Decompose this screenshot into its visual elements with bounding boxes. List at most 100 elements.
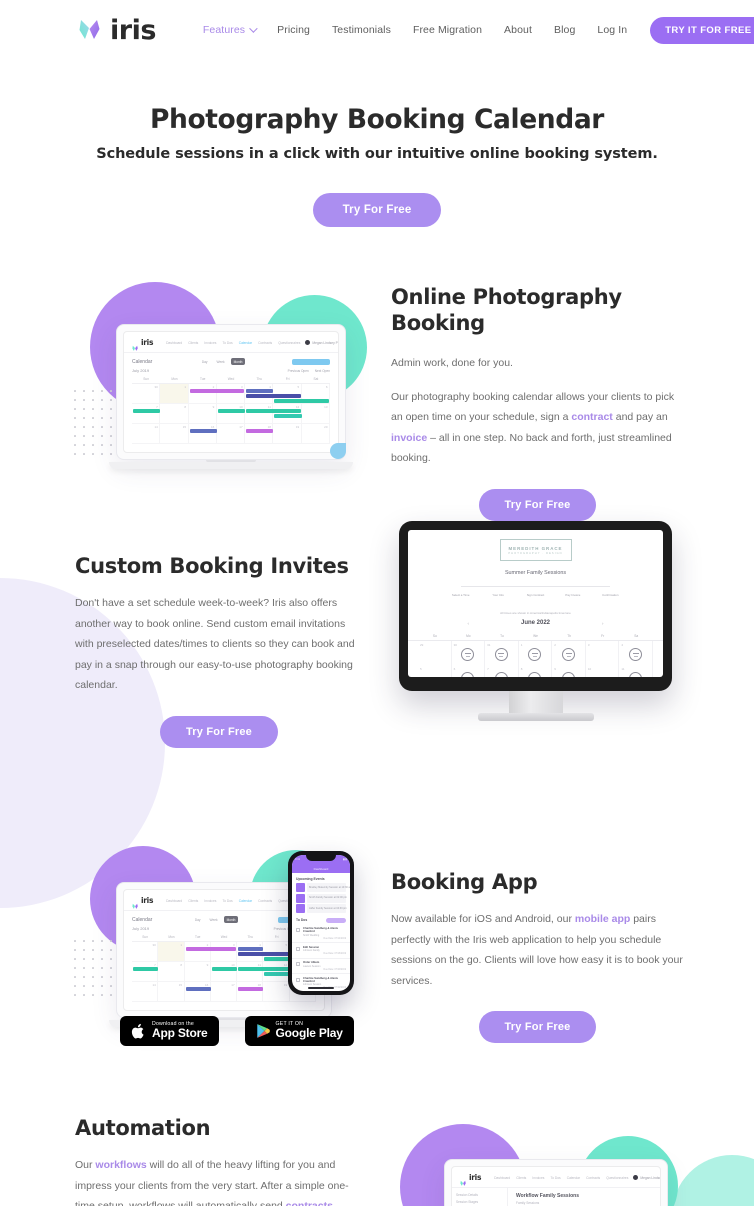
calendar-day-cell[interactable]: 18 [245,424,274,443]
checkbox-icon[interactable] [296,962,300,966]
booking-day-cell[interactable]: 3 [586,641,620,665]
calendar-day-cell[interactable]: 13 [302,404,330,423]
calendar-day-cell[interactable]: 1 [160,384,189,403]
calendar-day-cell[interactable]: 9 [185,962,211,981]
calendar-event[interactable] [238,947,264,951]
calendar-day-cell[interactable]: 16 [189,424,217,443]
previous-open-link[interactable]: Previous Open [288,369,309,373]
calendar-event[interactable] [246,429,274,433]
calendar-day-cell[interactable]: 8 [160,404,189,423]
available-slot-icon[interactable] [461,672,475,677]
hero-try-for-free-button[interactable]: Try For Free [312,193,442,227]
view-day[interactable]: Day [192,916,204,923]
booking-day-cell[interactable]: 1 [519,641,553,665]
chevron-right-icon[interactable]: › [602,621,603,626]
calendar-day-cell[interactable]: 7 [132,962,159,981]
calendar-day-cell[interactable]: 2 [185,942,237,961]
calendar-day-cell[interactable]: 19 [273,424,302,443]
available-slot-icon[interactable] [494,672,508,677]
contracts-link[interactable]: contracts [286,1200,333,1206]
available-slot-icon[interactable] [494,648,508,661]
calendar-day-cell[interactable]: 30 [132,942,159,961]
booking-day-cell[interactable]: 30 [452,641,486,665]
try-it-for-free-button[interactable]: TRY IT FOR FREE [650,16,754,44]
booking-day-cell[interactable]: 6 [452,665,486,677]
app-nav-clients[interactable]: Clients [188,341,198,345]
app-nav-calendar[interactable]: Calendar [567,1176,580,1180]
booking-day-cell[interactable]: 7 [485,665,519,677]
contract-link[interactable]: contract [571,411,612,423]
calendar-day-cell[interactable]: 20 [302,424,330,443]
calendar-day-cell[interactable]: 11 [237,962,289,981]
app-nav-clients[interactable]: Clients [188,899,198,903]
calendar-event[interactable] [217,409,246,413]
calendar-event[interactable] [238,987,264,991]
calendar-day-cell[interactable]: 3 [211,942,238,961]
nav-item-log-in[interactable]: Log In [586,24,638,36]
google-play-badge[interactable]: GET IT ON Google Play [244,1016,354,1047]
checkbox-icon[interactable] [296,928,300,932]
view-week[interactable]: Week [207,916,221,923]
booking-day-cell[interactable]: 11 [619,665,653,677]
calendar-event[interactable] [133,409,161,413]
chevron-left-icon[interactable]: ‹ [468,621,469,626]
available-slot-icon[interactable] [461,648,475,661]
add-session-button[interactable] [291,358,330,365]
app-nav-contracts[interactable]: Contracts [258,899,272,903]
app-nav-calendar[interactable]: Calendar [239,899,252,903]
step-select-a-time[interactable]: Select a Time [442,583,499,601]
phone-event-row[interactable]: Smith Family Session at 02:00 pm [292,893,350,905]
phone-event-row[interactable]: Bradley Maternity Session at 10:30 am [292,883,350,894]
calendar-day-cell[interactable]: 18 [237,982,264,1001]
view-week[interactable]: Week [214,358,228,365]
next-open-link[interactable]: Next Open [315,369,330,373]
view-month[interactable]: Month [230,358,246,365]
calendar-day-cell[interactable]: 2 [189,384,245,403]
calendar-day-cell[interactable]: 14 [132,982,159,1001]
available-slot-icon[interactable] [562,672,576,677]
app-nav-clients[interactable]: Clients [516,1176,526,1180]
app-user-menu[interactable]: Megan Lindsey Photography [633,1175,660,1180]
phone-task-row[interactable]: Order Album Lawson Session Due Date: 07/20… [292,959,350,974]
app-nav-invoices[interactable]: Invoices [532,1176,544,1180]
app-nav-dashboard[interactable]: Dashboard [166,899,182,903]
sidebar-item-session-details[interactable]: Session Details [456,1193,503,1197]
booking-day-cell[interactable]: 31 [485,641,519,665]
app-nav-contracts[interactable]: Contracts [586,1176,600,1180]
available-slot-icon[interactable] [528,648,542,661]
calendar-day-cell[interactable]: 14 [132,424,161,443]
app-nav-invoices[interactable]: Invoices [204,899,216,903]
checkbox-icon[interactable] [296,977,300,982]
nav-item-free-migration[interactable]: Free Migration [402,24,493,36]
checkbox-icon[interactable] [296,946,300,951]
invoice-link[interactable]: invoice [391,432,427,444]
mobile-app-link[interactable]: mobile app [575,913,630,925]
calendar-day-cell[interactable]: 19 [263,982,290,1001]
app-nav-questionnaires[interactable]: Questionnaires [278,341,300,345]
booking-day-cell[interactable]: 5 [418,665,452,677]
section-try-for-free-button[interactable]: Try For Free [478,488,597,521]
calendar-day-cell[interactable]: 30 [132,384,161,403]
calendar-event[interactable] [264,972,290,976]
calendar-event[interactable] [185,987,211,991]
nav-item-testimonials[interactable]: Testimonials [321,24,402,36]
phone-task-row[interactable]: Edit Session Johnson Family Due Date: 07/1… [292,943,350,959]
available-slot-icon[interactable] [528,672,542,677]
nav-item-pricing[interactable]: Pricing [266,24,321,36]
calendar-event[interactable] [246,389,274,393]
section-try-for-free-button[interactable]: Try For Free [160,715,278,748]
calendar-day-cell[interactable]: 5 [263,942,315,961]
sidebar-item-session-stages[interactable]: Session Stages [456,1200,503,1204]
booking-day-cell[interactable]: 8 [519,665,553,677]
calendar-day-cell[interactable]: 12 [273,404,302,423]
calendar-day-cell[interactable]: 1 [158,942,185,961]
booking-day-cell[interactable]: 9 [552,665,586,677]
calendar-day-cell[interactable]: 4 [237,942,289,961]
view-month[interactable]: Month [223,916,239,923]
available-slot-icon[interactable] [629,648,643,661]
available-slot-icon[interactable] [562,648,576,661]
calendar-day-cell[interactable]: 15 [160,424,189,443]
nav-item-about[interactable]: About [493,24,543,36]
add-todo-button[interactable] [326,917,346,923]
calendar-day-cell[interactable]: 6 [302,384,330,403]
